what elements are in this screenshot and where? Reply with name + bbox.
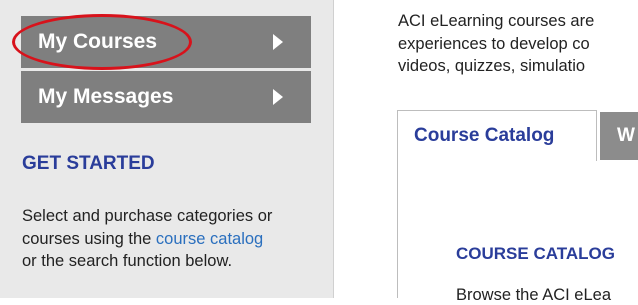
lead-line-3: videos, quizzes, simulatio — [398, 57, 586, 75]
panel-text: Browse the ACI eLea — [456, 286, 612, 304]
tab-panel — [397, 161, 638, 298]
panel-title: COURSE CATALOG — [456, 244, 615, 263]
tab-course-catalog-label: Course Catalog — [414, 125, 555, 146]
chevron-right-icon — [273, 89, 283, 105]
tab-secondary-label: W — [617, 125, 635, 146]
intro-text: Select and purchase categories or course… — [22, 205, 282, 273]
nav-my-messages-label: My Messages — [38, 85, 174, 108]
chevron-right-icon — [273, 34, 283, 50]
nav-my-courses-label: My Courses — [38, 30, 158, 53]
column-divider — [333, 0, 334, 298]
lead-paragraph: ACI eLearning courses are experiences to… — [398, 10, 638, 78]
nav-my-courses-button[interactable]: My Courses — [21, 16, 311, 68]
tab-course-catalog[interactable]: Course Catalog — [397, 110, 597, 162]
course-catalog-link[interactable]: course catalog — [156, 230, 263, 248]
tab-secondary[interactable]: W — [600, 112, 638, 160]
get-started-heading: GET STARTED — [22, 153, 155, 174]
intro-text-after-link: or the search function below. — [22, 252, 233, 270]
lead-line-1: ACI eLearning courses are — [398, 12, 595, 30]
nav-my-messages-button[interactable]: My Messages — [21, 71, 311, 123]
lead-line-2: experiences to develop co — [398, 34, 590, 53]
sidebar: My Courses My Messages GET STARTED Selec… — [0, 0, 333, 298]
